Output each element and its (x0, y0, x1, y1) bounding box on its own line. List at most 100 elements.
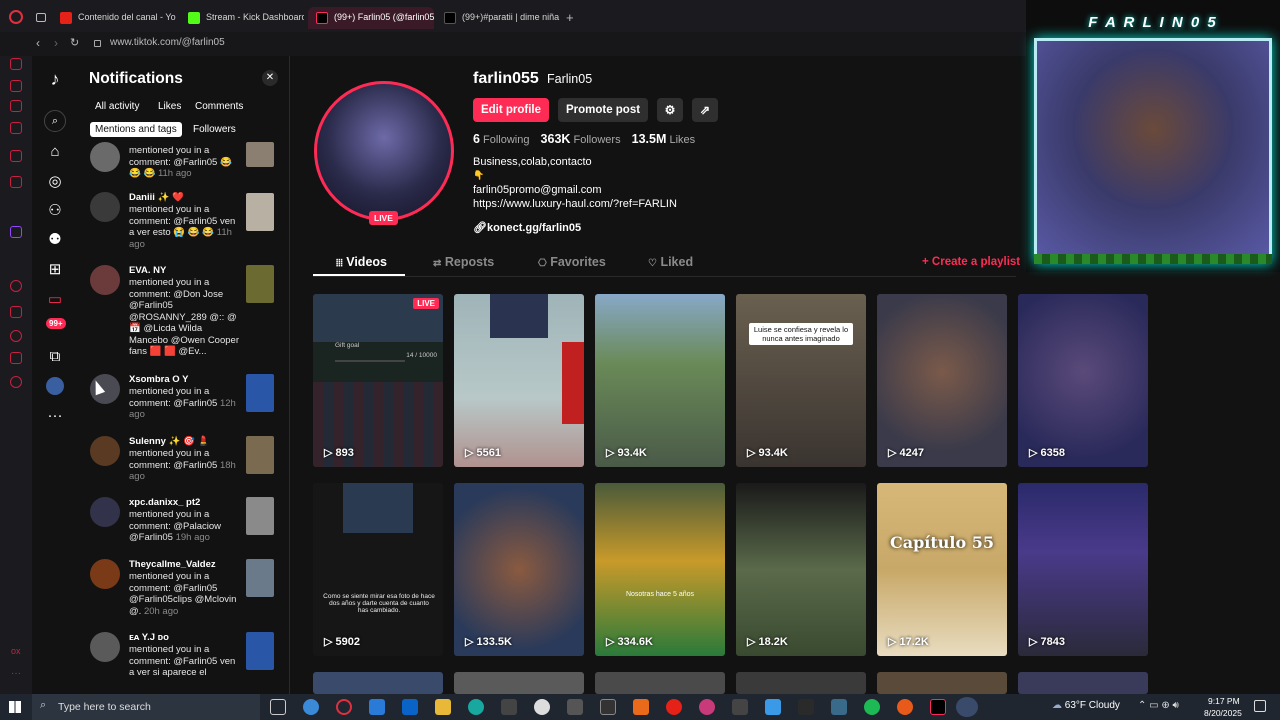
task-view-icon[interactable] (270, 699, 286, 715)
nextjs-icon[interactable] (798, 699, 814, 715)
video-card[interactable] (877, 672, 1007, 694)
taskbar-search[interactable]: ⌕ Type here to search (32, 694, 260, 720)
opera-sidebar-icon[interactable] (10, 352, 22, 364)
video-card[interactable]: ▷ 6358 (1018, 294, 1148, 467)
filter-mentions-and-tags[interactable]: Mentions and tags (90, 122, 182, 137)
tab-kick-dashboard[interactable]: Stream - Kick Dashboard (180, 7, 304, 29)
video-card[interactable] (454, 672, 584, 694)
video-card[interactable]: LIVE Gift goal 14 / 10000 ▷ 893 (313, 294, 443, 467)
plus-icon[interactable]: + (566, 10, 574, 25)
notification-username[interactable]: Xsombra O Y (129, 374, 189, 385)
profile-link[interactable]: 🔗︎konect.gg/farlin05 (473, 221, 581, 234)
tab-youtube-studio[interactable]: Contenido del canal - You (52, 7, 176, 29)
post-thumbnail[interactable] (246, 559, 274, 597)
avatar[interactable] (90, 632, 120, 662)
avatar[interactable] (46, 377, 64, 395)
video-card[interactable]: ▷ 133.5K (454, 483, 584, 656)
video-card[interactable]: ▷ 18.2K (736, 483, 866, 656)
video-card[interactable]: Nosotras hace 5 años ▷ 334.6K (595, 483, 725, 656)
filter-followers[interactable]: Followers (188, 122, 241, 137)
more-icon[interactable]: ··· (11, 668, 21, 679)
video-card[interactable]: Como se siente mirar esa foto de hace do… (313, 483, 443, 656)
followers-count[interactable]: 363K (541, 132, 571, 146)
clock-time[interactable]: 9:17 PM (1208, 696, 1240, 706)
mail-icon[interactable] (402, 699, 418, 715)
app-icon[interactable] (633, 699, 649, 715)
notification-username[interactable]: Daniii ✨ ❤️ (129, 192, 184, 203)
tiktok-icon[interactable] (930, 699, 946, 715)
windows-start-icon[interactable] (9, 701, 21, 713)
following-icon[interactable]: ⚇ (46, 202, 64, 220)
obs-icon[interactable] (956, 697, 978, 717)
post-thumbnail[interactable] (246, 436, 274, 474)
create-playlist-button[interactable]: + Create a playlist (922, 256, 1020, 268)
clock-date[interactable]: 8/20/2025 (1204, 708, 1242, 718)
post-thumbnail[interactable] (246, 142, 274, 167)
opera-sidebar-icon[interactable] (10, 122, 22, 134)
tab-liked[interactable]: ♡ Liked (648, 255, 693, 269)
video-card[interactable] (313, 672, 443, 694)
tab-reposts[interactable]: ⇄ Reposts (433, 255, 494, 269)
store-icon[interactable] (369, 699, 385, 715)
app-icon[interactable] (732, 699, 748, 715)
notification-username[interactable]: ᴇᴀ Y.J ᴅᴏ (129, 632, 169, 643)
opera-logo-icon[interactable] (9, 10, 23, 24)
opera-sidebar-icon[interactable] (10, 176, 22, 188)
promote-post-button[interactable]: Promote post (558, 98, 648, 122)
avatar[interactable] (90, 265, 120, 295)
explore-icon[interactable]: ◎ (46, 173, 64, 191)
post-thumbnail[interactable] (246, 193, 274, 231)
app-icon[interactable] (600, 699, 616, 715)
close-icon[interactable]: ✕ (262, 70, 278, 86)
settings-icon[interactable] (10, 376, 22, 388)
video-card[interactable] (595, 672, 725, 694)
tab-videos[interactable]: ⦙⦙⦙ Videos (336, 255, 387, 269)
post-thumbnail[interactable] (246, 265, 274, 303)
file-explorer-icon[interactable] (435, 699, 451, 715)
post-thumbnail[interactable] (246, 497, 274, 535)
opera-sidebar-icon[interactable] (10, 306, 22, 318)
edit-profile-button[interactable]: Edit profile (473, 98, 549, 122)
filter-likes[interactable]: Likes (153, 99, 186, 114)
notification-center-icon[interactable] (1254, 700, 1266, 712)
following-label[interactable]: Following (483, 134, 529, 146)
video-card[interactable]: ▷ 93.4K (595, 294, 725, 467)
messages-icon[interactable]: ▭ (46, 291, 64, 309)
upload-icon[interactable]: ⊞ (46, 261, 64, 279)
notification-username[interactable]: xpc.danixx_ pt2 (129, 497, 200, 508)
avatar[interactable] (90, 142, 120, 172)
url-input[interactable]: www.tiktok.com/@farlin05 (110, 37, 225, 48)
more-icon[interactable]: ox (11, 646, 21, 656)
avatar[interactable] (90, 436, 120, 466)
profile-avatar[interactable] (314, 81, 454, 221)
reload-icon[interactable]: ↻ (70, 36, 79, 49)
live-studio-icon[interactable]: ⧉ (46, 348, 64, 366)
avatar[interactable] (90, 497, 120, 527)
more-icon[interactable]: ··· (46, 407, 64, 425)
app-icon[interactable] (699, 699, 715, 715)
edge-icon[interactable] (468, 699, 484, 715)
filter-comments[interactable]: Comments (190, 99, 248, 114)
post-thumbnail[interactable] (246, 374, 274, 412)
post-thumbnail[interactable] (246, 632, 274, 670)
home-icon[interactable]: ⌂ (46, 143, 64, 161)
avatar[interactable] (90, 192, 120, 222)
forward-icon[interactable]: › (54, 36, 58, 50)
taskbar-search-input[interactable]: Type here to search (58, 701, 151, 713)
opera-sidebar-icon[interactable] (10, 80, 22, 92)
youtube-icon[interactable] (666, 699, 682, 715)
following-count[interactable]: 6 (473, 132, 480, 146)
avatar[interactable] (90, 559, 120, 589)
twitch-icon[interactable] (10, 226, 22, 238)
app-icon[interactable] (501, 699, 517, 715)
weather-widget[interactable]: ☁ 63°F Cloudy (1052, 700, 1120, 711)
spotify-icon[interactable] (864, 699, 880, 715)
video-card[interactable]: ▷ 5561 (454, 294, 584, 467)
tab-list-icon[interactable] (36, 13, 46, 22)
app-icon[interactable] (897, 699, 913, 715)
tab-favorites[interactable]: ⎔ Favorites (538, 255, 606, 269)
opera-icon[interactable] (336, 699, 352, 715)
app-icon[interactable] (831, 699, 847, 715)
app-icon[interactable] (567, 699, 583, 715)
video-card[interactable] (736, 672, 866, 694)
